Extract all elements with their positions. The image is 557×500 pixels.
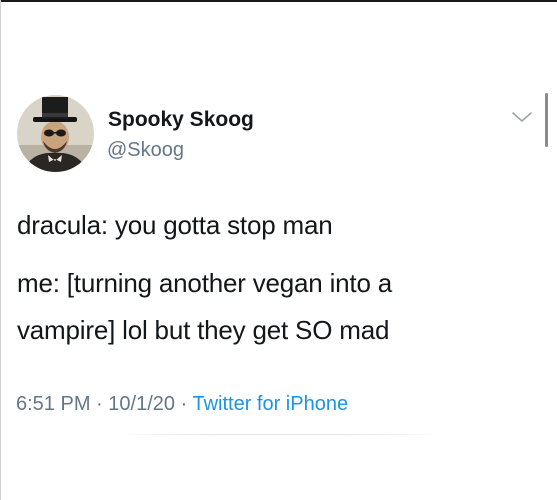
meta-separator: ·: [180, 393, 188, 415]
tweet-text-line: me: [turning another vegan into a: [17, 268, 392, 298]
tweet-text-line: dracula: you gotta stop man: [17, 210, 333, 240]
avatar[interactable]: [17, 95, 94, 172]
top-border: [0, 0, 557, 2]
tweet-time[interactable]: 6:51 PM: [16, 393, 90, 415]
author-handle[interactable]: @Skoog: [107, 138, 184, 162]
chevron-down-icon[interactable]: [511, 110, 533, 124]
left-border: [0, 0, 1, 500]
tweet-source-link[interactable]: Twitter for iPhone: [192, 393, 348, 415]
divider: [120, 434, 440, 435]
tweet-date[interactable]: 10/1/20: [108, 393, 175, 415]
meta-separator: ·: [96, 393, 103, 415]
tweet-text-line: vampire] lol but they get SO mad: [17, 315, 390, 345]
author-display-name[interactable]: Spooky Skoog: [108, 107, 254, 133]
tweet-meta: 6:51 PM · 10/1/20 · Twitter for iPhone: [16, 392, 348, 416]
avatar-photo-icon: [17, 95, 94, 172]
scrollbar[interactable]: [545, 93, 548, 147]
